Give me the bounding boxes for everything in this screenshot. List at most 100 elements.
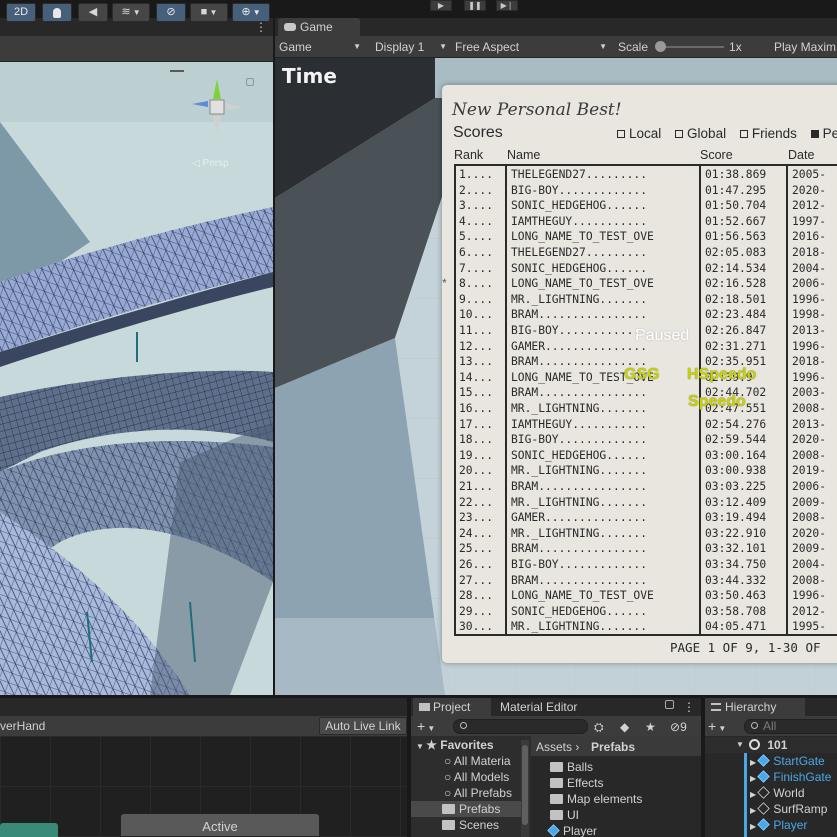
- more-menu-icon[interactable]: ⋮: [683, 698, 695, 716]
- favorite-item[interactable]: ○ All Materia: [444, 753, 511, 769]
- favorites-header[interactable]: ▼ ★ Favorites: [416, 737, 494, 753]
- hierarchy-item-label: Player: [773, 818, 808, 832]
- scale-slider-thumb[interactable]: [655, 41, 666, 52]
- mode-2d-toggle[interactable]: 2D: [6, 3, 36, 22]
- globe-icon: ⊕: [241, 6, 251, 18]
- visibility-toggle[interactable]: ⊘: [156, 3, 186, 22]
- scale-slider-track[interactable]: [656, 46, 724, 48]
- column-separator: [786, 166, 788, 634]
- scores-title: Scores: [453, 124, 503, 141]
- row-rank: 22...: [459, 495, 494, 509]
- row-rank: 11...: [459, 324, 494, 337]
- lock-icon[interactable]: [665, 700, 674, 709]
- favorite-item[interactable]: ○ All Prefabs: [444, 785, 512, 801]
- row-name: GAMER...............: [511, 339, 648, 353]
- row-date: 2008-: [792, 448, 827, 462]
- hud-time-label: Time: [282, 64, 337, 88]
- hierarchy-item[interactable]: ▶ World: [750, 785, 805, 801]
- state-node-entry[interactable]: [0, 823, 58, 837]
- filter-friends[interactable]: Friends: [739, 126, 797, 141]
- asset-prefab[interactable]: Player: [547, 823, 597, 837]
- chevron-down-icon: ▼: [599, 42, 607, 51]
- step-button[interactable]: ▶❘: [496, 0, 518, 11]
- play-maximized-toggle[interactable]: Play Maxim: [774, 38, 837, 56]
- pause-button[interactable]: ❚❚: [464, 0, 486, 11]
- state-node-active[interactable]: Active: [120, 813, 320, 837]
- tree-item-prefabs[interactable]: Prefabs: [411, 801, 521, 817]
- row-score: 02:05.083: [705, 246, 767, 259]
- scene-toolbar: [0, 36, 273, 62]
- row-rank: 25...: [459, 542, 494, 556]
- hierarchy-item[interactable]: ▶ FinishGate: [750, 769, 831, 785]
- label-filter-icon[interactable]: ◆: [620, 719, 629, 735]
- aspect-dropdown[interactable]: Free Aspect ▼: [455, 38, 609, 56]
- star-icon[interactable]: ★: [645, 719, 656, 735]
- scene-root[interactable]: ▼ 101: [705, 737, 837, 753]
- asset-folder[interactable]: Balls: [550, 759, 593, 775]
- row-date: 1996-: [792, 370, 827, 384]
- tree-scrollbar-thumb[interactable]: [522, 745, 528, 825]
- breadcrumb-prefabs[interactable]: Prefabs: [591, 739, 635, 755]
- tab-project[interactable]: Project: [413, 698, 491, 716]
- row-score: 01:50.704: [705, 199, 767, 213]
- scope-filters: Local Global Friends Pe: [617, 126, 837, 142]
- row-score: 03:22.910: [705, 526, 767, 540]
- prefab-icon: [757, 770, 771, 783]
- aspect-value: Free Aspect: [455, 40, 520, 54]
- filter-global[interactable]: Global: [675, 126, 726, 141]
- row-score: 01:56.563: [705, 230, 767, 244]
- filter-personal[interactable]: Pe: [810, 126, 837, 141]
- audio-toggle[interactable]: ◀: [78, 3, 108, 22]
- tab-material-editor[interactable]: Material Editor: [500, 698, 577, 716]
- asset-folder[interactable]: UI: [550, 807, 579, 823]
- filter-local[interactable]: Local: [617, 126, 661, 141]
- hidden-packages-toggle[interactable]: ⊘9: [670, 719, 687, 735]
- game-mode-dropdown[interactable]: Game ▼: [279, 38, 363, 56]
- row-date: 2004-: [792, 558, 827, 571]
- lighting-toggle[interactable]: [42, 3, 72, 22]
- create-button[interactable]: + ▼: [417, 718, 435, 737]
- hierarchy-item[interactable]: ▶ StartGate: [750, 753, 825, 769]
- drag-handle[interactable]: [170, 70, 184, 72]
- row-name: MR._LIGHTNING.......: [511, 402, 648, 415]
- asset-folder[interactable]: Effects: [550, 775, 603, 791]
- hierarchy-search-input[interactable]: All: [744, 719, 837, 734]
- row-rank: 12...: [459, 339, 494, 353]
- row-rank: 23...: [459, 511, 494, 525]
- list-icon: [711, 703, 721, 711]
- row-rank: 18...: [459, 433, 494, 447]
- row-name: SONIC_HEDGEHOG......: [511, 448, 648, 462]
- tree-item-scenes[interactable]: Scenes: [442, 817, 499, 833]
- hierarchy-item[interactable]: ▶ SurfRamp: [750, 801, 827, 817]
- row-date: 2009-: [792, 542, 827, 556]
- gizmos-dropdown[interactable]: ⊕ ▼: [232, 3, 270, 22]
- camera-dropdown[interactable]: ■ ▼: [190, 3, 228, 22]
- favorite-item[interactable]: ○ All Models: [444, 769, 509, 785]
- tab-game[interactable]: Game: [278, 18, 360, 36]
- scene-viewport[interactable]: ◁ Persp: [0, 62, 273, 695]
- hierarchy-create-button[interactable]: + ▼: [708, 718, 726, 737]
- chevron-down-icon: ▼: [130, 8, 141, 17]
- effects-dropdown[interactable]: ≋ ▼: [112, 3, 150, 22]
- project-search-input[interactable]: [453, 719, 588, 734]
- play-button[interactable]: ▶: [430, 0, 452, 11]
- tab-hierarchy[interactable]: Hierarchy: [705, 698, 805, 716]
- persp-label[interactable]: ◁ Persp: [192, 158, 229, 169]
- breadcrumb-assets-label: Assets: [536, 740, 573, 754]
- auto-live-link-button[interactable]: Auto Live Link: [319, 717, 407, 735]
- display-dropdown[interactable]: Display 1 ▼: [375, 38, 449, 56]
- eye-slash-icon: ⊘: [166, 6, 176, 18]
- row-rank: 20...: [459, 464, 494, 478]
- type-filter-icon[interactable]: ⛭: [594, 719, 604, 735]
- row-date: 2012-: [792, 604, 827, 618]
- row-rank: 27...: [459, 573, 494, 587]
- chevron-down-icon: ▼: [425, 724, 436, 733]
- gameobject-icon: [757, 802, 771, 815]
- asset-folder[interactable]: Map elements: [550, 791, 642, 807]
- row-score: 04:05.471: [705, 620, 767, 634]
- breadcrumb-assets[interactable]: Assets ›: [536, 739, 579, 755]
- hierarchy-item[interactable]: ▶ Player: [750, 817, 807, 833]
- folder-icon: [442, 820, 455, 830]
- axis-gizmo[interactable]: [182, 74, 248, 140]
- row-name: IAMTHEGUY...........: [511, 417, 648, 431]
